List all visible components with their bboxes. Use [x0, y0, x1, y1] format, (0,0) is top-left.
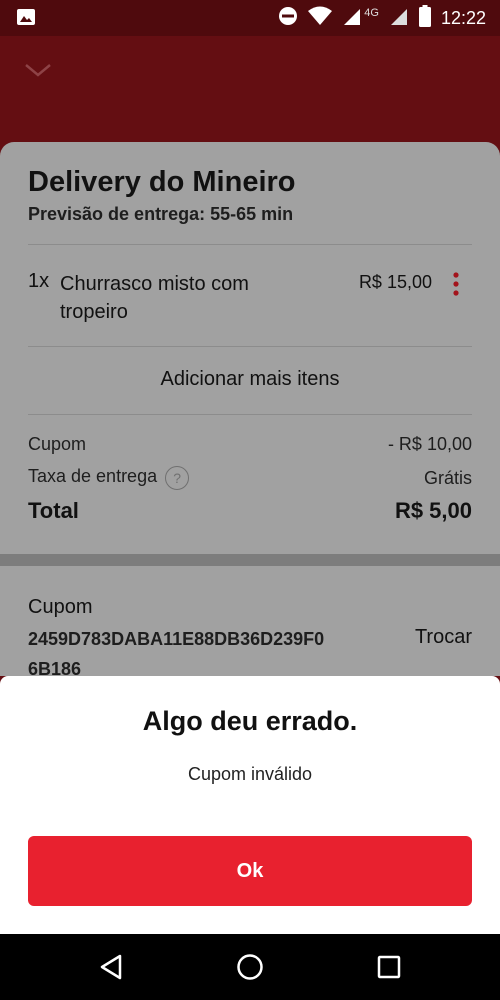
total-value: R$ 5,00 — [394, 498, 472, 523]
status-icons: 4G 12:22 — [278, 4, 486, 32]
screen: 4G 12:22 Delivery do Mineiro Previsão de… — [0, 0, 500, 1000]
navigation-bar — [0, 934, 500, 1000]
help-icon[interactable]: ? — [165, 466, 190, 490]
delivery-fee-row: Taxa de entrega? Grátis — [28, 466, 472, 490]
divider — [28, 346, 472, 347]
network-type: 4G — [364, 7, 379, 19]
error-dialog: Algo deu errado. Cupom inválido Ok — [0, 676, 500, 934]
item-qty: 1x — [28, 270, 50, 292]
delivery-fee-value: Grátis — [423, 467, 472, 488]
dialog-message: Cupom inválido — [187, 764, 313, 784]
coupon-code: 2459D783DABA11E88DB36D239F06B186 — [28, 629, 325, 676]
coupon-discount-label: Cupom — [28, 434, 87, 454]
divider — [28, 244, 472, 245]
status-bar: 4G 12:22 — [0, 0, 500, 36]
item-name: Churrasco misto com tropeiro — [60, 273, 249, 323]
coupon-section: Cupom 2459D783DABA11E88DB36D239F06B186 T… — [0, 566, 500, 676]
battery-icon — [418, 4, 431, 32]
dialog-title: Algo deu errado. — [142, 706, 358, 736]
more-options-icon[interactable] — [452, 272, 460, 296]
delivery-fee-label-group: Taxa de entrega? — [28, 466, 190, 490]
back-icon[interactable] — [96, 952, 126, 982]
signal-icon — [342, 6, 362, 31]
section-gap — [0, 554, 500, 566]
recents-icon[interactable] — [374, 952, 404, 982]
home-icon[interactable] — [235, 952, 265, 982]
add-more-items-button[interactable]: Adicionar mais itens — [0, 368, 500, 391]
coupon-title: Cupom — [28, 596, 93, 618]
image-icon — [16, 8, 36, 26]
app-header — [0, 36, 500, 142]
coupon-discount-row: Cupom - R$ 10,00 — [28, 434, 472, 455]
total-row: Total R$ 5,00 — [28, 498, 472, 524]
store-name: Delivery do Mineiro — [28, 166, 296, 198]
change-coupon-button[interactable]: Trocar — [415, 626, 472, 649]
coupon-discount-value: - R$ 10,00 — [387, 434, 472, 454]
delivery-fee-label: Taxa de entrega — [28, 466, 158, 487]
order-sheet: Delivery do Mineiro Previsão de entrega:… — [0, 142, 500, 554]
chevron-down-icon[interactable] — [24, 60, 52, 80]
do-not-disturb-icon — [278, 6, 298, 31]
divider — [28, 414, 472, 415]
clock: 12:22 — [440, 7, 486, 28]
delivery-eta: Previsão de entrega: 55-65 min — [28, 204, 294, 224]
signal-icon-2 — [389, 6, 409, 31]
ok-button[interactable]: Ok — [28, 836, 472, 906]
item-price: R$ 15,00 — [358, 272, 432, 292]
wifi-icon — [308, 6, 333, 31]
total-label: Total — [28, 498, 79, 523]
